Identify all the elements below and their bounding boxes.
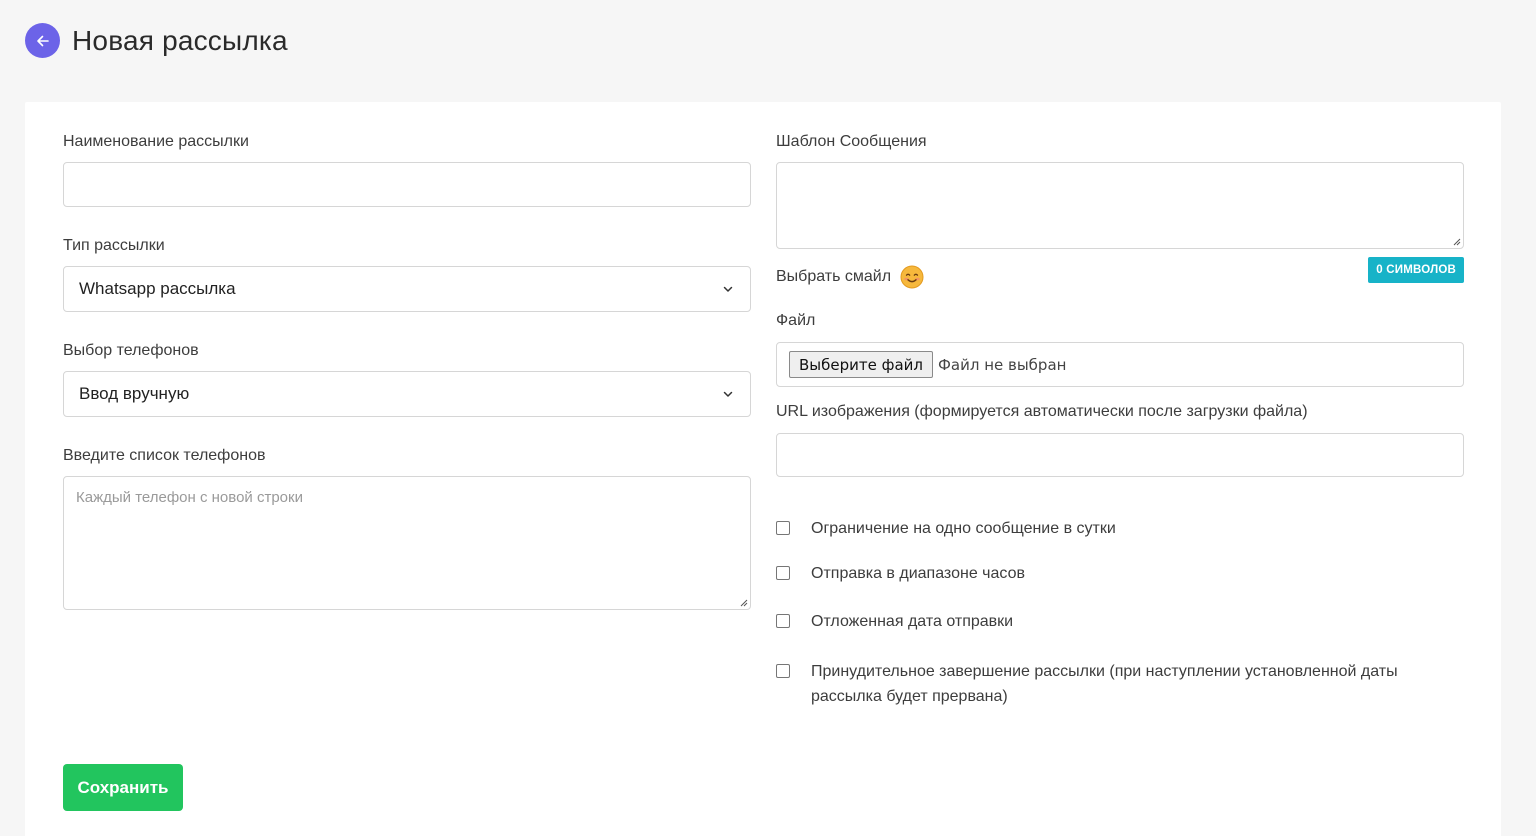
resize-grip-icon[interactable] — [738, 597, 748, 607]
phones-list-textarea[interactable]: Каждый телефон с новой строки — [63, 476, 751, 610]
phones-mode-label: Выбор телефонов — [63, 342, 199, 359]
choose-file-button[interactable]: Выберите файл — [789, 351, 933, 378]
save-button[interactable]: Сохранить — [63, 764, 183, 811]
back-button[interactable] — [25, 23, 60, 58]
forced-end-label: Принудительное завершение рассылки (при … — [811, 663, 1398, 705]
option-daily-limit: Ограничение на одно сообщение в сутки — [776, 518, 1116, 541]
character-counter-badge: 0 СИМВОЛОВ — [1368, 257, 1464, 283]
forced-end-checkbox[interactable] — [776, 664, 790, 678]
phones-mode-select-value: Ввод вручную — [79, 384, 190, 403]
template-label: Шаблон Сообщения — [776, 133, 927, 150]
image-url-label: URL изображения (формируется автоматичес… — [776, 403, 1308, 420]
daily-limit-label: Ограничение на одно сообщение в сутки — [811, 520, 1116, 537]
type-label: Тип рассылки — [63, 237, 165, 254]
phones-list-placeholder: Каждый телефон с новой строки — [76, 489, 303, 506]
emoji-picker-row: Выбрать смайл — [776, 265, 924, 289]
chevron-down-icon — [723, 286, 733, 292]
emoji-label: Выбрать смайл — [776, 268, 892, 285]
delayed-date-checkbox[interactable] — [776, 614, 790, 628]
image-url-input[interactable] — [776, 433, 1464, 477]
arrow-left-icon — [36, 35, 49, 46]
file-status-text: Файл не выбран — [937, 355, 1067, 374]
chevron-down-icon — [723, 391, 733, 397]
option-hours-range: Отправка в диапазоне часов — [776, 563, 1025, 586]
delayed-date-label: Отложенная дата отправки — [811, 613, 1014, 630]
file-label: Файл — [776, 312, 816, 329]
daily-limit-checkbox[interactable] — [776, 521, 790, 535]
name-input[interactable] — [63, 162, 751, 207]
page-header: Новая рассылка — [25, 23, 288, 58]
resize-grip-icon[interactable] — [1451, 236, 1461, 246]
type-select-value: Whatsapp рассылка — [79, 279, 236, 298]
hours-range-label: Отправка в диапазоне часов — [811, 565, 1025, 582]
smiling-face-emoji-icon[interactable] — [900, 265, 924, 289]
phones-list-label: Введите список телефонов — [63, 447, 266, 464]
name-label: Наименование рассылки — [63, 133, 249, 150]
option-delayed-date: Отложенная дата отправки — [776, 611, 1013, 634]
form-card: Наименование рассылки Тип рассылки Whats… — [25, 102, 1501, 836]
page-title: Новая рассылка — [72, 24, 288, 56]
template-textarea[interactable] — [776, 162, 1464, 249]
hours-range-checkbox[interactable] — [776, 566, 790, 580]
phones-mode-select[interactable]: Ввод вручную — [63, 371, 751, 417]
file-input: Выберите файл Файл не выбран — [776, 342, 1464, 387]
type-select[interactable]: Whatsapp рассылка — [63, 266, 751, 312]
option-forced-end: Принудительное завершение рассылки (при … — [776, 661, 1464, 709]
